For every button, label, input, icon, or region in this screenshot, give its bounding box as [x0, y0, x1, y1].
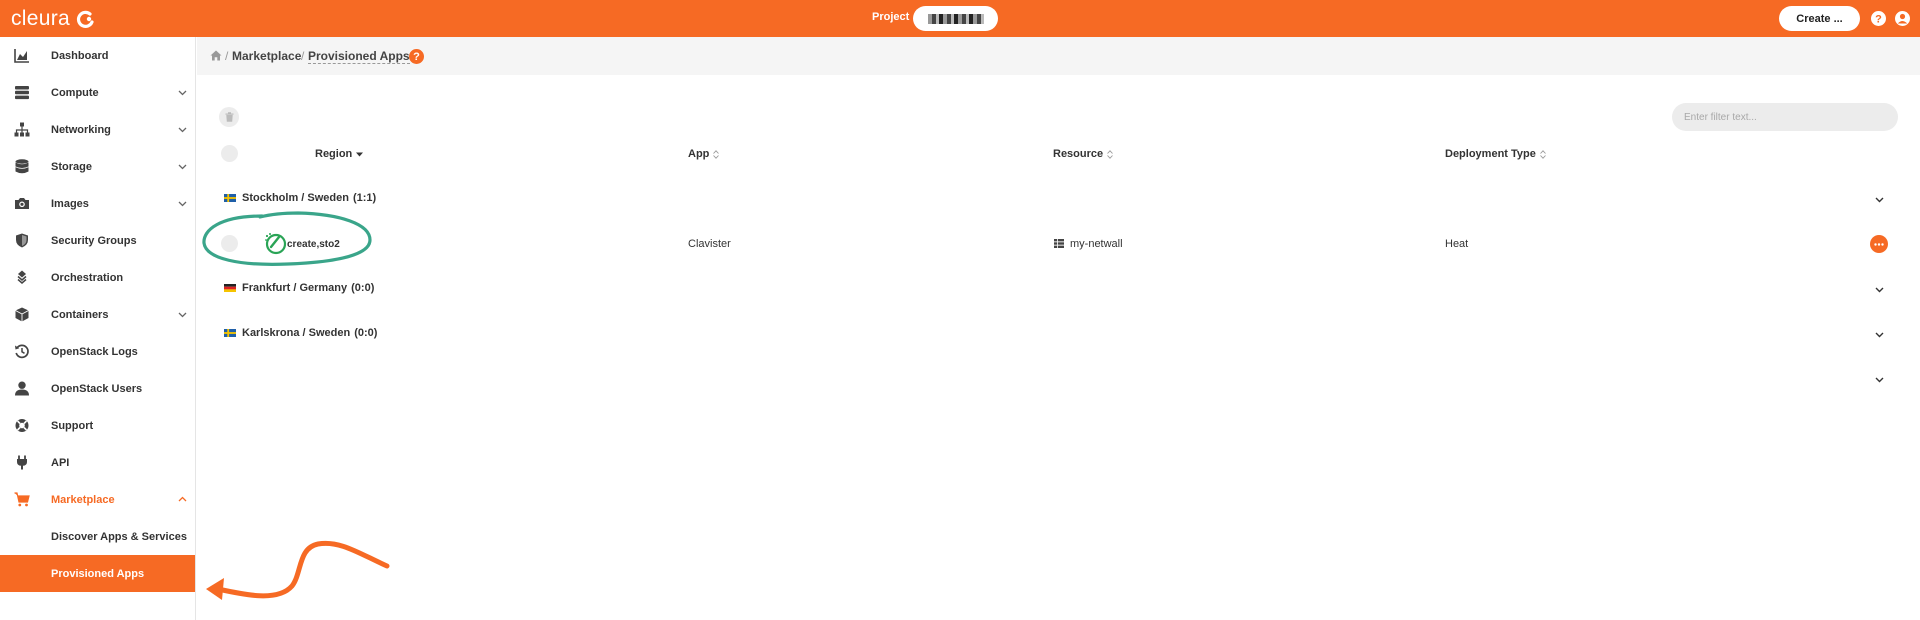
column-header-resource[interactable]: Resource: [1053, 148, 1113, 160]
create-button[interactable]: Create ...: [1779, 6, 1860, 31]
home-icon[interactable]: [210, 50, 222, 61]
chevron-down-icon: [178, 201, 187, 207]
redacted-project-name: [927, 13, 984, 24]
chevron-down-icon[interactable]: [1875, 195, 1884, 204]
chevron-down-icon: [178, 312, 187, 318]
sidebar-item-marketplace[interactable]: Marketplace: [0, 481, 195, 518]
sweden-flag-icon: [224, 329, 236, 337]
sidebar-item-openstack-users[interactable]: OpenStack Users: [0, 370, 195, 407]
chevron-down-icon: [178, 127, 187, 133]
lifebuoy-icon: [15, 419, 29, 432]
stack-table-icon: [1054, 239, 1064, 248]
cleura-logo-icon: [76, 10, 94, 28]
sidebar: Dashboard Compute Networking Storage Ima…: [0, 37, 196, 620]
column-header-deployment-type[interactable]: Deployment Type: [1445, 148, 1546, 160]
user-account-icon[interactable]: [1894, 10, 1911, 27]
breadcrumb-provisioned-apps: Provisioned Apps: [308, 48, 410, 64]
trash-icon: [225, 112, 233, 122]
app-instance-name[interactable]: create,sto2: [287, 239, 340, 250]
sort-icon: [1107, 149, 1113, 159]
user-icon: [15, 381, 29, 396]
chevron-up-icon: [178, 496, 187, 502]
chevron-down-icon[interactable]: [1875, 330, 1884, 339]
sidebar-item-images[interactable]: Images: [0, 185, 195, 222]
sidebar-item-openstack-logs[interactable]: OpenStack Logs: [0, 333, 195, 370]
chart-area-icon: [14, 49, 29, 63]
project-label: Project: [872, 11, 910, 23]
database-icon: [15, 159, 29, 174]
delete-button[interactable]: [219, 107, 239, 127]
sidebar-subitem-discover-apps[interactable]: Discover Apps & Services: [0, 518, 195, 555]
plug-icon: [17, 455, 27, 470]
sidebar-item-compute[interactable]: Compute: [0, 74, 195, 111]
sidebar-item-storage[interactable]: Storage: [0, 148, 195, 185]
sidebar-item-orchestration[interactable]: Orchestration: [0, 259, 195, 296]
annotation-arrow: [206, 540, 390, 600]
sidebar-item-containers[interactable]: Containers: [0, 296, 195, 333]
select-all-checkbox[interactable]: [221, 145, 238, 162]
chevron-down-icon: [178, 164, 187, 170]
region-group-karlskrona[interactable]: Karlskrona / Sweden (0:0): [224, 327, 377, 339]
sidebar-item-support[interactable]: Support: [0, 407, 195, 444]
server-icon: [15, 86, 29, 100]
filter-input[interactable]: [1672, 103, 1898, 131]
breadcrumb-separator: /: [301, 49, 305, 63]
sort-icon: [1540, 149, 1546, 159]
breadcrumb-marketplace[interactable]: Marketplace: [232, 49, 301, 63]
sidebar-item-security-groups[interactable]: Security Groups: [0, 222, 195, 259]
camera-icon: [15, 198, 29, 209]
help-icon[interactable]: ?: [1870, 10, 1887, 27]
sort-desc-icon: [356, 152, 364, 156]
chevron-down-icon[interactable]: [1875, 375, 1884, 384]
row-select-checkbox[interactable]: [221, 235, 238, 252]
history-icon: [15, 344, 29, 359]
sort-icon: [713, 149, 720, 159]
column-header-app[interactable]: App: [688, 148, 720, 160]
resource-link[interactable]: my-netwall: [1070, 238, 1123, 250]
app-cell: Clavister: [688, 238, 731, 250]
sidebar-item-api[interactable]: API: [0, 444, 195, 481]
chevron-down-icon: [178, 90, 187, 96]
breadcrumb: / Marketplace / Provisioned Apps ?: [197, 37, 1920, 75]
region-group-frankfurt[interactable]: Frankfurt / Germany (0:0): [224, 282, 374, 294]
shield-icon: [16, 233, 28, 248]
chevron-down-icon[interactable]: [1875, 285, 1884, 294]
column-header-region[interactable]: Region: [315, 148, 364, 160]
cart-icon: [14, 492, 30, 507]
layers-icon: [17, 270, 27, 284]
sidebar-item-dashboard[interactable]: Dashboard: [0, 37, 195, 74]
brand-name: cleura: [11, 6, 70, 30]
top-bar: cleura Project Create ... ?: [0, 0, 1920, 37]
help-icon[interactable]: ?: [409, 49, 424, 64]
brand-logo[interactable]: cleura: [11, 5, 95, 32]
sitemap-icon: [14, 122, 30, 137]
sidebar-subitem-provisioned-apps[interactable]: Provisioned Apps: [0, 555, 195, 592]
clavister-app-icon: [265, 233, 287, 255]
svg-text:?: ?: [1875, 14, 1882, 26]
more-options-icon: [1874, 242, 1884, 246]
project-selector[interactable]: [913, 6, 998, 31]
breadcrumb-separator: /: [225, 49, 229, 63]
region-group-stockholm[interactable]: Stockholm / Sweden (1:1): [224, 192, 376, 204]
sidebar-item-networking[interactable]: Networking: [0, 111, 195, 148]
cube-icon: [15, 307, 29, 322]
deployment-type-cell: Heat: [1445, 238, 1469, 250]
sweden-flag-icon: [224, 194, 236, 202]
row-actions-button[interactable]: [1870, 235, 1888, 253]
germany-flag-icon: [224, 284, 236, 292]
